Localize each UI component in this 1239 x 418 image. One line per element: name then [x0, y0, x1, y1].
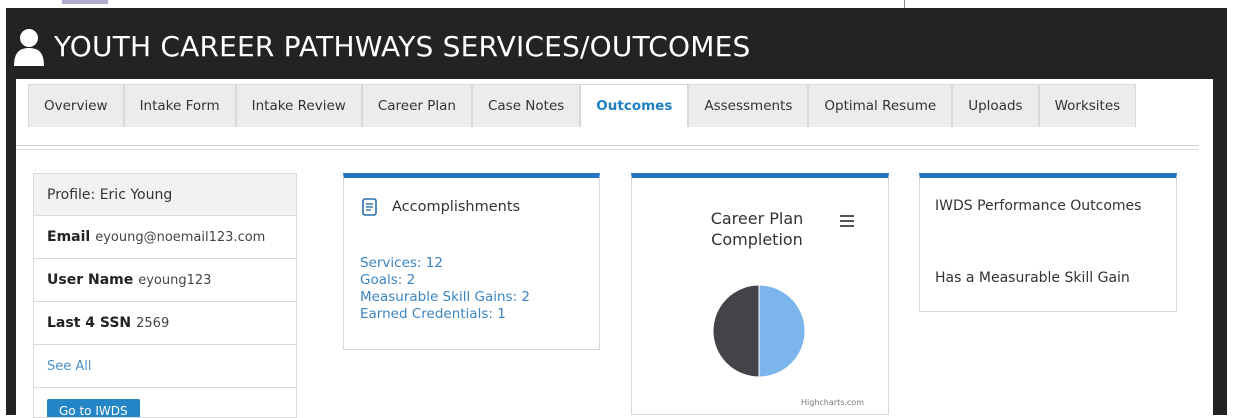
tab-worksites[interactable]: Worksites [1038, 84, 1137, 127]
iwds-outcome: Has a Measurable Skill Gain [935, 270, 1130, 286]
tab-optimal-resume[interactable]: Optimal Resume [808, 84, 953, 127]
username-label: User Name [47, 272, 134, 288]
divider [904, 0, 905, 8]
pie-chart [712, 284, 806, 378]
username-value: eyoung123 [138, 272, 212, 288]
top-strip [0, 0, 1239, 8]
pie-slice-1[interactable] [712, 284, 760, 378]
document-icon [362, 198, 377, 216]
tab-uploads[interactable]: Uploads [952, 84, 1039, 127]
email-value: eyoung@noemail123.com [95, 229, 266, 245]
email-label: Email [47, 229, 91, 245]
pie-slice-0[interactable] [758, 284, 806, 378]
partial-logo [62, 0, 108, 4]
profile-email-row: Email eyoung@noemail123.com [33, 216, 297, 259]
page-title: YOUTH CAREER PATHWAYS SERVICES/OUTCOMES [54, 30, 751, 63]
accomplishment-item[interactable]: Measurable Skill Gains: 2 [360, 289, 530, 306]
accomplishment-item[interactable]: Goals: 2 [360, 272, 530, 289]
user-icon [14, 29, 44, 66]
tab-bar: Overview Intake Form Intake Review Career P… [28, 84, 1137, 127]
accomplishments-list: Services: 12 Goals: 2 Measurable Skill G… [360, 255, 530, 323]
tab-intake-review[interactable]: Intake Review [235, 84, 362, 127]
right-edge [1227, 8, 1239, 415]
ssn-label: Last 4 SSN [47, 315, 132, 331]
ssn-value: 2569 [136, 315, 170, 331]
profile-username-row: User Name eyoung123 [33, 259, 297, 302]
accomplishment-item[interactable]: Earned Credentials: 1 [360, 306, 530, 323]
accomplishments-card: Accomplishments Services: 12 Goals: 2 Me… [343, 173, 600, 350]
go-to-iwds-button[interactable]: Go to IWDS [47, 399, 140, 417]
chart-credits[interactable]: Highcharts.com [801, 398, 864, 407]
tab-assessments[interactable]: Assessments [688, 84, 809, 127]
iwds-card: IWDS Performance Outcomes Has a Measurab… [919, 173, 1177, 312]
tab-case-notes[interactable]: Case Notes [471, 84, 581, 127]
chart-title: Career Plan Completion [702, 208, 812, 250]
profile-name: Profile: Eric Young [47, 186, 173, 203]
tab-outcomes[interactable]: Outcomes [580, 84, 689, 127]
divider [16, 149, 1199, 150]
profile-header: Profile: Eric Young [33, 173, 297, 216]
accomplishments-title: Accomplishments [392, 199, 521, 215]
see-all-link[interactable]: See All [33, 345, 297, 388]
profile-panel: Profile: Eric Young Email eyoung@noemail… [33, 173, 297, 418]
iwds-title: IWDS Performance Outcomes [935, 198, 1142, 214]
chart-title-line: Completion [711, 230, 803, 249]
tab-intake-form[interactable]: Intake Form [123, 84, 236, 127]
main-panel: Overview Intake Form Intake Review Career P… [16, 79, 1213, 418]
accomplishment-item[interactable]: Services: 12 [360, 255, 530, 272]
hamburger-menu-icon[interactable] [840, 215, 854, 230]
profile-button-row: Go to IWDS [33, 388, 297, 418]
accomplishments-header: Accomplishments [362, 198, 520, 216]
page-header: YOUTH CAREER PATHWAYS SERVICES/OUTCOMES [14, 24, 750, 70]
profile-ssn-row: Last 4 SSN 2569 [33, 302, 297, 345]
tab-career-plan[interactable]: Career Plan [361, 84, 472, 127]
divider [16, 145, 1199, 146]
chart-title-line: Career Plan [710, 209, 804, 228]
tab-overview[interactable]: Overview [28, 84, 124, 127]
career-plan-card: Career Plan Completion Highcharts.com [631, 173, 889, 415]
